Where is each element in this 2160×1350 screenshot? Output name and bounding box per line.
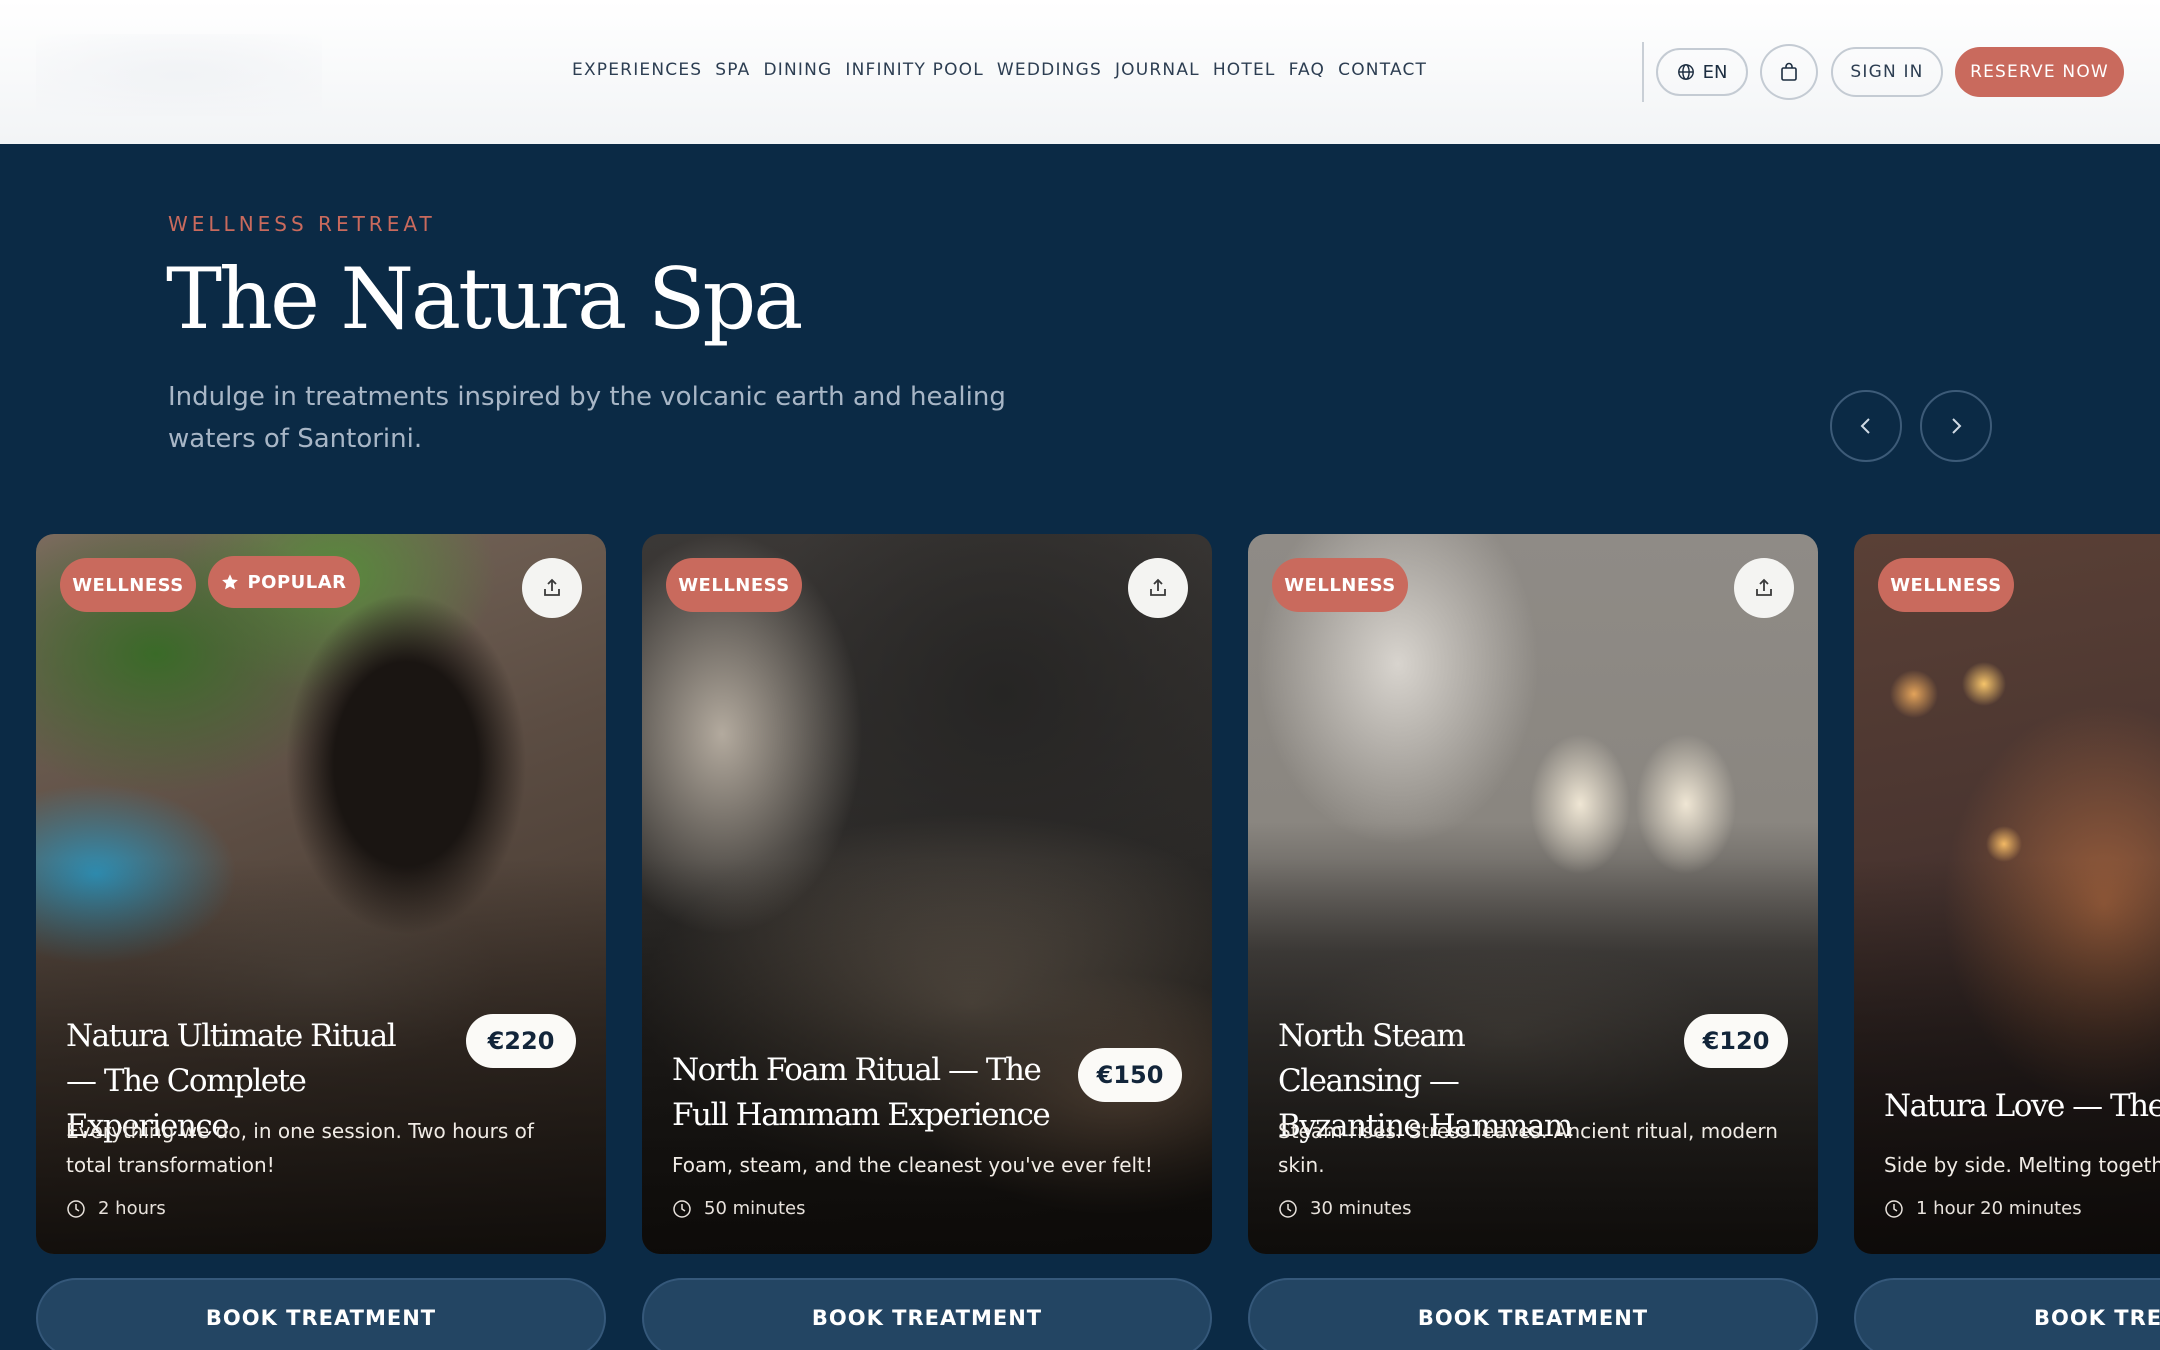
category-badge: WELLNESS [1272, 558, 1408, 612]
logo[interactable] [36, 34, 322, 116]
nav-experiences[interactable]: EXPERIENCES [572, 60, 702, 80]
hero-eyebrow: WELLNESS RETREAT [168, 212, 436, 236]
card-overlay [1854, 534, 2160, 1254]
chevron-left-icon [1860, 418, 1870, 434]
share-icon [1756, 578, 1772, 596]
share-icon [1150, 578, 1166, 596]
page-title: The Natura Spa [166, 250, 803, 348]
treatment-card[interactable]: WELLNESS Natura Love — The Cou Side by s… [1854, 534, 2160, 1254]
card-description: Foam, steam, and the cleanest you've eve… [672, 1153, 1153, 1177]
cart-button[interactable] [1760, 44, 1818, 100]
shopping-bag-icon [1781, 62, 1797, 81]
card-duration: 50 minutes [672, 1198, 806, 1219]
globe-icon [1677, 64, 1694, 80]
language-button[interactable]: EN [1656, 48, 1748, 96]
book-treatment-button[interactable]: BOOK TREATMENT [1248, 1278, 1818, 1350]
share-button[interactable] [1734, 558, 1794, 618]
share-button[interactable] [522, 558, 582, 618]
header-divider [1642, 42, 1644, 102]
popular-badge: POPULAR [208, 556, 360, 608]
price-tag: €120 [1684, 1014, 1788, 1068]
star-icon [222, 574, 239, 590]
language-label: EN [1702, 61, 1728, 83]
card-description: Side by side. Melting togeth [1884, 1153, 2160, 1177]
card-title: North Foam Ritual — The Full Hammam Expe… [672, 1052, 1051, 1133]
clock-icon [1279, 1199, 1297, 1218]
card-title: Natura Love — The Cou [1884, 1088, 2160, 1124]
category-badge: WELLNESS [666, 558, 802, 612]
duration-label: 1 hour 20 minutes [1916, 1198, 2082, 1219]
price-tag: €150 [1078, 1048, 1182, 1102]
share-icon [544, 578, 560, 596]
nav-contact[interactable]: CONTACT [1338, 60, 1427, 80]
main-nav: EXPERIENCES SPA DINING INFINITY POOL WED… [572, 60, 1427, 80]
category-badge: WELLNESS [1878, 558, 2014, 612]
nav-weddings[interactable]: WEDDINGS [997, 60, 1102, 80]
popular-label: POPULAR [247, 571, 347, 593]
card-overlay [642, 534, 1212, 1254]
category-badge: WELLNESS [60, 558, 196, 612]
card-duration: 1 hour 20 minutes [1884, 1198, 2082, 1219]
price-tag: €220 [466, 1014, 576, 1068]
nav-hotel[interactable]: HOTEL [1213, 60, 1276, 80]
clock-icon [673, 1199, 691, 1218]
chevron-right-icon [1952, 418, 1962, 434]
nav-faq[interactable]: FAQ [1289, 60, 1326, 80]
card-duration: 30 minutes [1278, 1198, 1412, 1219]
card-duration: 2 hours [66, 1198, 166, 1219]
card-clip: WELLNESS Natura Love — The Cou Side by s… [1854, 534, 2160, 1350]
sign-in-button[interactable]: SIGN IN [1831, 47, 1943, 97]
reserve-now-button[interactable]: RESERVE NOW [1955, 47, 2124, 97]
duration-label: 2 hours [98, 1198, 166, 1219]
treatment-card[interactable]: WELLNESS North Steam Cleansing — Byzanti… [1248, 534, 1818, 1254]
nav-journal[interactable]: JOURNAL [1115, 60, 1200, 80]
clock-icon [1885, 1199, 1903, 1218]
nav-dining[interactable]: DINING [763, 60, 832, 80]
book-treatment-button[interactable]: BOOK TREATMENT [642, 1278, 1212, 1350]
nav-infinity-pool[interactable]: INFINITY POOL [845, 60, 984, 80]
carousel-next-button[interactable] [1920, 390, 1992, 462]
duration-label: 50 minutes [704, 1198, 806, 1219]
share-button[interactable] [1128, 558, 1188, 618]
card-description: Everything we do, in one session. Two ho… [66, 1119, 534, 1177]
hero-subtitle: Indulge in treatments inspired by the vo… [168, 382, 1006, 454]
carousel-prev-button[interactable] [1830, 390, 1902, 462]
site-header: EXPERIENCES SPA DINING INFINITY POOL WED… [0, 0, 2160, 144]
nav-spa[interactable]: SPA [715, 60, 750, 80]
duration-label: 30 minutes [1310, 1198, 1412, 1219]
treatment-card[interactable]: WELLNESS POPULAR Natura Ultimate Ritual … [36, 534, 606, 1254]
clock-icon [67, 1199, 85, 1218]
book-treatment-button[interactable]: BOOK TREATMENT [36, 1278, 606, 1350]
card-description: Steam rises. Stress leaves. Ancient ritu… [1278, 1119, 1778, 1177]
treatment-card[interactable]: WELLNESS North Foam Ritual — The Full Ha… [642, 534, 1212, 1254]
book-treatment-button[interactable]: BOOK TREA [1854, 1278, 2160, 1350]
